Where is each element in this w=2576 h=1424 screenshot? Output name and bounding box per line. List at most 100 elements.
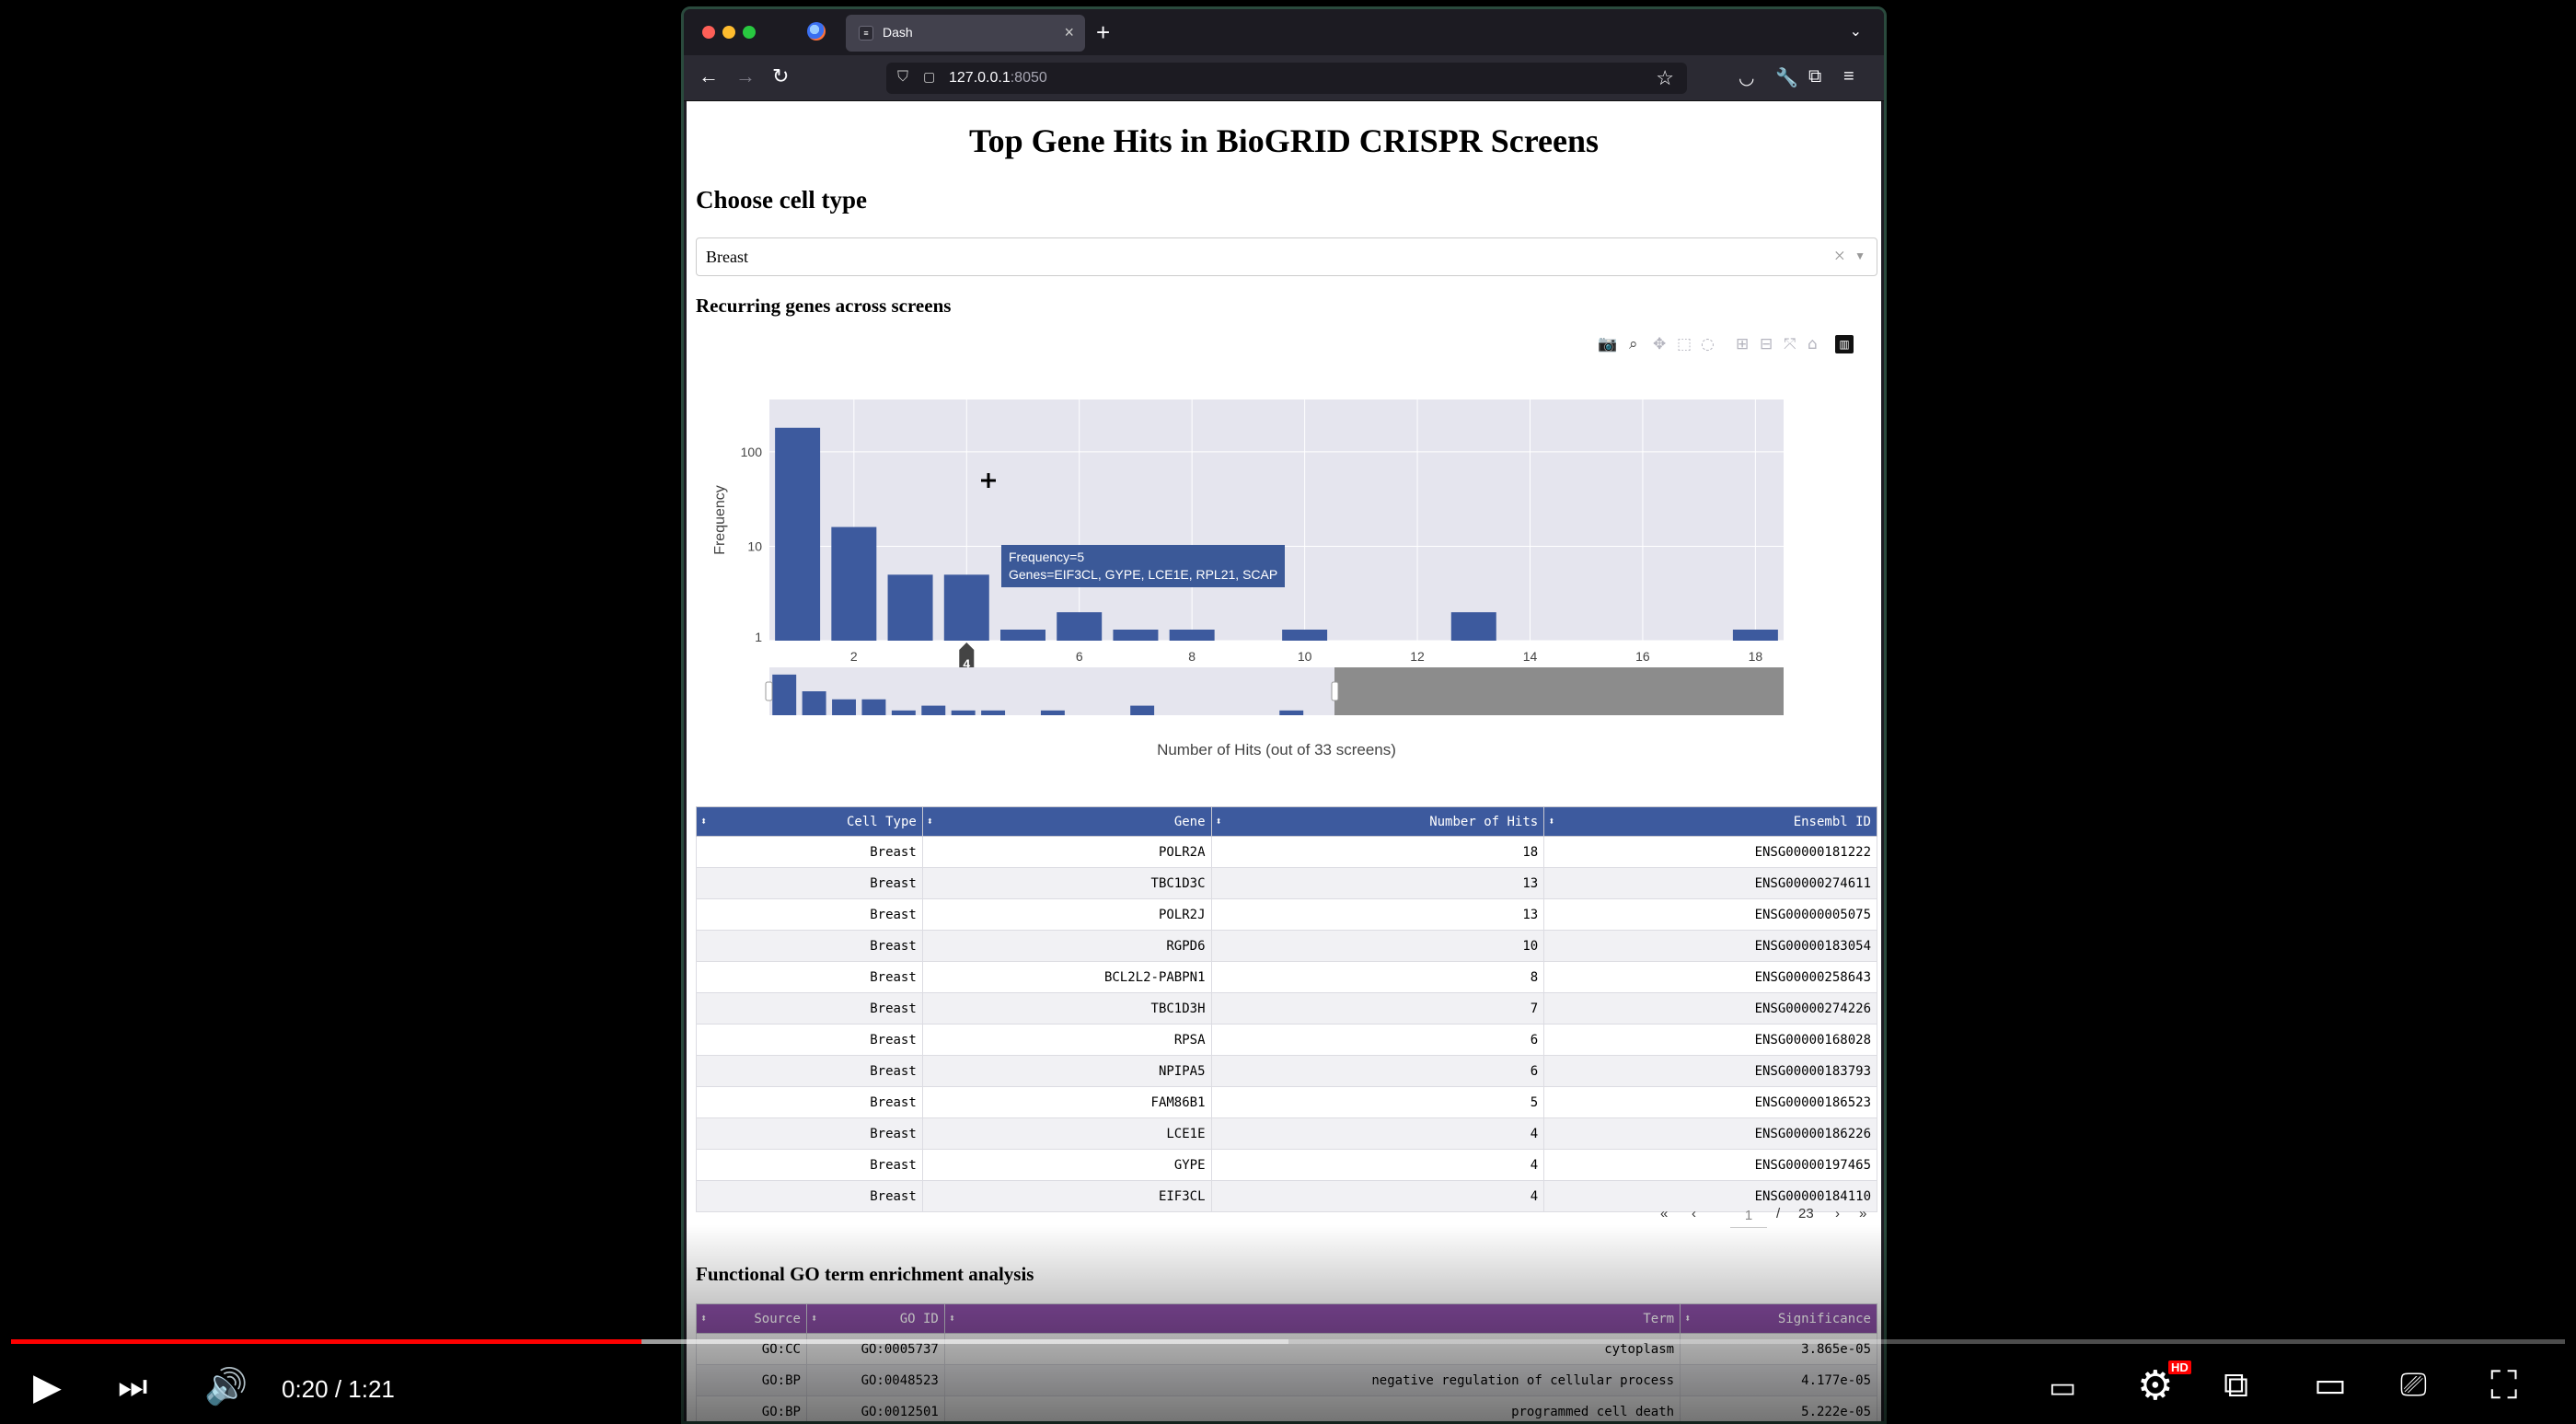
table-cell[interactable]: LCE1E [921,1117,1212,1150]
table-cell[interactable]: 4 [1210,1117,1545,1150]
back-button[interactable]: ← [699,64,719,88]
table-cell[interactable]: 4.177e-05 [1680,1364,1877,1396]
column-header-ensembl-id[interactable]: ⬍ Ensembl ID [1543,806,1877,837]
table-cell[interactable]: 13 [1210,867,1545,899]
table-cell[interactable]: GO:BP [696,1364,807,1396]
reload-button[interactable]: ↻ [772,64,789,88]
sort-icon[interactable]: ⬍ [949,1312,955,1325]
table-cell[interactable]: EIF3CL [921,1180,1212,1212]
table-cell[interactable]: Breast [696,1149,923,1181]
page-info-icon[interactable]: ▢ [923,69,935,85]
table-cell[interactable]: 4 [1210,1180,1545,1212]
previous-page-button[interactable]: ‹ [1692,1206,1696,1221]
window-maximize-button[interactable] [743,26,756,39]
table-cell[interactable]: ENSG00000183054 [1543,930,1877,962]
table-cell[interactable]: Breast [696,961,923,993]
table-cell[interactable]: Breast [696,898,923,931]
video-progress-bar[interactable] [11,1339,2565,1344]
firefox-view-icon[interactable] [807,22,826,41]
column-header-term[interactable]: ⬍ Term [943,1303,1681,1334]
table-cell[interactable]: ENSG00000186226 [1543,1117,1877,1150]
table-cell[interactable]: TBC1D3C [921,867,1212,899]
table-cell[interactable]: Breast [696,867,923,899]
column-header-number-of-hits[interactable]: ⬍ Number of Hits [1210,806,1545,837]
table-cell[interactable]: RGPD6 [921,930,1212,962]
histogram-chart[interactable]: 24681012141618 110100 Frequency 4 Number… [687,101,1881,782]
table-cell[interactable]: NPIPA5 [921,1055,1212,1087]
volume-icon[interactable]: 🔊 [204,1366,248,1407]
table-cell[interactable]: programmed cell death [943,1395,1681,1421]
table-cell[interactable]: 6 [1210,1024,1545,1056]
range-slider-right-handle[interactable] [1331,681,1339,701]
hamburger-menu-icon[interactable]: ≡ [1843,66,1854,87]
column-header-significance[interactable]: ⬍ Significance [1680,1303,1877,1334]
fullscreen-icon[interactable]: ⛶ [2490,1362,2517,1408]
tracking-shield-icon[interactable]: ⛉ [897,69,908,86]
table-cell[interactable]: ENSG00000184110 [1543,1180,1877,1212]
sort-icon[interactable]: ⬍ [700,1312,707,1325]
play-icon[interactable]: ▶ [33,1366,62,1408]
sort-icon[interactable]: ⬍ [1216,815,1222,828]
table-cell[interactable]: ENSG00000183793 [1543,1055,1877,1087]
table-cell[interactable]: POLR2A [921,836,1212,868]
miniplayer-icon[interactable]: ⧉ [2224,1364,2248,1406]
table-cell[interactable]: GO:BP [696,1395,807,1421]
table-cell[interactable]: 10 [1210,930,1545,962]
bookmark-star-icon[interactable]: ☆ [1656,66,1674,90]
table-cell[interactable]: Breast [696,1117,923,1150]
pocket-icon[interactable]: ◡ [1739,66,1754,89]
theater-mode-icon[interactable]: ▭ [2314,1364,2347,1405]
column-header-source[interactable]: ⬍ Source [696,1303,807,1334]
table-cell[interactable]: GO:0048523 [805,1364,945,1396]
window-close-button[interactable] [702,26,715,39]
table-cell[interactable]: Breast [696,930,923,962]
column-header-cell-type[interactable]: ⬍ Cell Type [696,806,923,837]
table-cell[interactable]: FAM86B1 [921,1086,1212,1118]
table-cell[interactable]: Breast [696,1024,923,1056]
table-cell[interactable]: BCL2L2-PABPN1 [921,961,1212,993]
range-slider-left-handle[interactable] [765,681,773,701]
column-header-go-id[interactable]: ⬍ GO ID [805,1303,945,1334]
table-cell[interactable]: Breast [696,1055,923,1087]
sort-icon[interactable]: ⬍ [1684,1312,1691,1325]
table-cell[interactable]: GO:0005737 [805,1333,945,1365]
tab-close-icon[interactable]: × [1064,23,1074,42]
table-cell[interactable]: 4 [1210,1149,1545,1181]
table-cell[interactable]: 5.222e-05 [1680,1395,1877,1421]
table-cell[interactable]: ENSG00000258643 [1543,961,1877,993]
column-header-gene[interactable]: ⬍ Gene [921,806,1212,837]
table-cell[interactable]: GYPE [921,1149,1212,1181]
table-cell[interactable]: ENSG00000274611 [1543,867,1877,899]
table-cell[interactable]: 3.865e-05 [1680,1333,1877,1365]
table-cell[interactable]: 13 [1210,898,1545,931]
table-cell[interactable]: 5 [1210,1086,1545,1118]
table-cell[interactable]: ENSG00000197465 [1543,1149,1877,1181]
table-cell[interactable]: POLR2J [921,898,1212,931]
first-page-button[interactable]: « [1660,1206,1668,1221]
table-cell[interactable]: Breast [696,992,923,1025]
table-cell[interactable]: 8 [1210,961,1545,993]
tab-dash[interactable]: ≡ Dash × [846,15,1085,52]
table-cell[interactable]: GO:0012501 [805,1395,945,1421]
last-page-button[interactable]: » [1859,1206,1866,1221]
sort-icon[interactable]: ⬍ [1548,815,1554,828]
table-cell[interactable]: cytoplasm [943,1333,1681,1365]
window-minimize-button[interactable] [722,26,735,39]
wrench-icon[interactable]: 🔧 [1775,66,1798,89]
list-tabs-chevron-icon[interactable]: ⌄ [1850,22,1862,41]
subtitles-icon[interactable]: ▭ [2049,1370,2076,1405]
table-cell[interactable]: ENSG00000005075 [1543,898,1877,931]
extensions-icon[interactable]: ⧉ [1808,66,1821,87]
table-cell[interactable]: 18 [1210,836,1545,868]
sort-icon[interactable]: ⬍ [811,1312,817,1325]
table-cell[interactable]: Breast [696,1086,923,1118]
table-cell[interactable]: GO:CC [696,1333,807,1365]
table-cell[interactable]: Breast [696,836,923,868]
forward-button[interactable]: → [735,64,756,88]
table-cell[interactable]: RPSA [921,1024,1212,1056]
table-cell[interactable]: Breast [696,1180,923,1212]
table-cell[interactable]: ENSG00000168028 [1543,1024,1877,1056]
table-cell[interactable]: 6 [1210,1055,1545,1087]
next-video-icon[interactable]: ⏭ [118,1368,147,1407]
table-cell[interactable]: negative regulation of cellular process [943,1364,1681,1396]
